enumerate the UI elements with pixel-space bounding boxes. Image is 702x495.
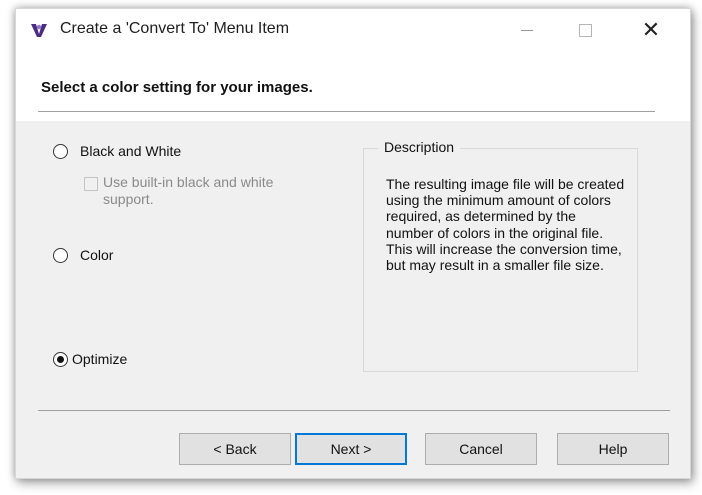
checkbox-builtin-bw: Use built-in black and white support. <box>84 174 313 208</box>
radio-selected-icon[interactable] <box>53 351 68 367</box>
radio-black-and-white[interactable]: Black and White <box>53 143 181 159</box>
radio-icon[interactable] <box>53 143 68 159</box>
help-button[interactable]: Help <box>557 433 669 465</box>
next-button[interactable]: Next > <box>295 433 407 465</box>
title-bar[interactable]: Create a 'Convert To' Menu Item ✕ <box>16 9 690 52</box>
checkbox-icon <box>84 177 98 191</box>
app-icon <box>30 22 48 38</box>
radio-optimize-label: Optimize <box>72 351 128 367</box>
radio-optimize[interactable]: Optimize <box>53 351 127 367</box>
header-divider <box>38 111 655 112</box>
description-group: Description The resulting image file wil… <box>363 139 638 372</box>
dialog-window: Create a 'Convert To' Menu Item ✕ Select… <box>15 8 691 479</box>
cancel-button[interactable]: Cancel <box>425 433 537 465</box>
checkbox-builtin-bw-label: Use built-in black and white support. <box>103 174 274 207</box>
back-button[interactable]: < Back <box>179 433 291 465</box>
window-title: Create a 'Convert To' Menu Item <box>60 20 290 37</box>
radio-black-and-white-label: Black and White <box>80 143 182 159</box>
radio-color-label: Color <box>80 247 114 263</box>
description-legend: Description <box>378 139 461 155</box>
description-text: The resulting image file will be created… <box>386 176 625 274</box>
radio-color[interactable]: Color <box>53 247 113 263</box>
minimize-icon <box>521 29 533 31</box>
maximize-icon <box>578 23 592 37</box>
close-button[interactable]: ✕ <box>628 9 674 51</box>
footer-divider <box>38 410 670 411</box>
radio-icon[interactable] <box>53 247 68 263</box>
page-instruction: Select a color setting for your images. <box>41 79 313 96</box>
close-icon: ✕ <box>641 17 661 42</box>
maximize-button[interactable] <box>562 9 608 51</box>
minimize-button[interactable] <box>504 9 550 51</box>
